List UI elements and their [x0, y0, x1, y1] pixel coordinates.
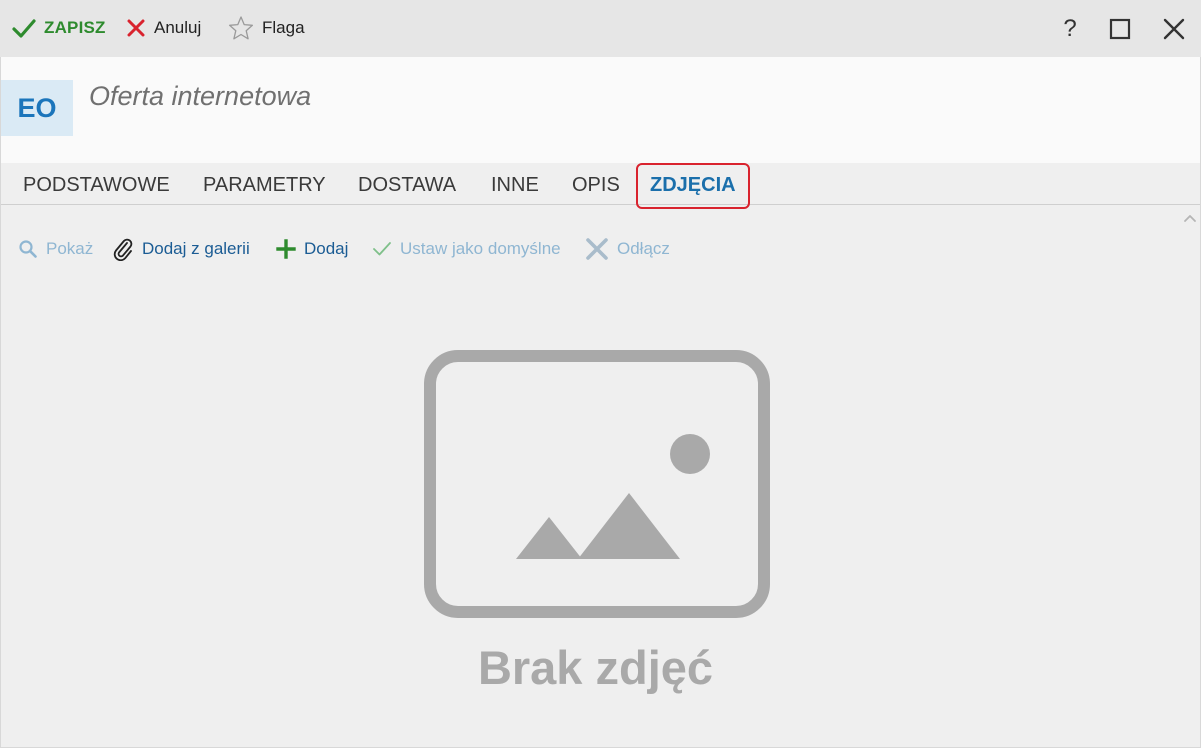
save-label: ZAPISZ: [44, 18, 106, 37]
set-default-button[interactable]: Ustaw jako domyślne: [372, 234, 561, 264]
tab-dostawa[interactable]: DOSTAWA: [358, 169, 456, 201]
tab-opis[interactable]: OPIS: [572, 169, 620, 201]
flag-button[interactable]: Flaga: [228, 14, 305, 42]
add-from-gallery-button[interactable]: Dodaj z galerii: [112, 234, 250, 264]
save-button[interactable]: ZAPISZ: [12, 14, 106, 42]
help-icon: ?: [1063, 15, 1077, 42]
empty-photos-state: Brak zdjęć: [0, 340, 1201, 720]
top-toolbar: ZAPISZ Anuluj Flaga ?: [0, 0, 1201, 57]
help-button[interactable]: ?: [1055, 14, 1085, 44]
page-title: Oferta internetowa: [89, 81, 312, 111]
set-default-label: Ustaw jako domyślne: [400, 239, 561, 258]
add-button[interactable]: Dodaj: [276, 234, 348, 264]
add-from-gallery-label: Dodaj z galerii: [142, 239, 250, 258]
maximize-button[interactable]: [1105, 14, 1135, 44]
tab-parametry[interactable]: PARAMETRY: [203, 169, 326, 201]
tab-podstawowe[interactable]: PODSTAWOWE: [23, 169, 170, 201]
show-button[interactable]: Pokaż: [18, 234, 93, 264]
scroll-up-icon[interactable]: [1183, 212, 1197, 224]
tab-bar: PODSTAWOWE PARAMETRY DOSTAWA INNE OPIS Z…: [1, 163, 1200, 209]
close-icon: [1163, 18, 1185, 40]
tab-zdjecia[interactable]: ZDJĘCIA: [650, 169, 736, 201]
close-icon: [127, 19, 145, 37]
empty-state-message: Brak zdjęć: [477, 641, 714, 694]
flag-label: Flaga: [262, 18, 305, 37]
cancel-label: Anuluj: [154, 18, 202, 37]
show-label: Pokaż: [46, 239, 94, 258]
close-icon: [586, 238, 608, 260]
tab-inne[interactable]: INNE: [491, 169, 539, 201]
check-icon: [373, 242, 391, 256]
plus-icon: [276, 239, 296, 259]
record-header: EO Oferta internetowa: [1, 57, 1200, 163]
maximize-icon: [1109, 18, 1131, 40]
image-placeholder-icon: [424, 350, 770, 618]
add-label: Dodaj: [304, 239, 349, 258]
paperclip-icon: [113, 238, 133, 261]
search-icon: [19, 240, 37, 258]
check-icon: [12, 19, 36, 38]
detach-label: Odłącz: [617, 239, 670, 258]
close-window-button[interactable]: [1159, 14, 1189, 44]
detach-button[interactable]: Odłącz: [585, 234, 670, 264]
star-icon: [228, 16, 254, 40]
avatar: EO: [1, 80, 73, 136]
cancel-button[interactable]: Anuluj: [126, 14, 201, 42]
